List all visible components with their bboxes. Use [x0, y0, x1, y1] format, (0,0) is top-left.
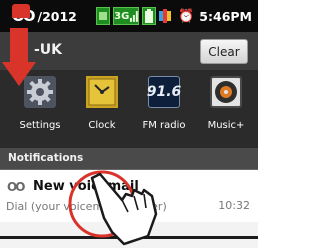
notifications-header: Notifications — [0, 148, 258, 170]
fm-radio-icon: 91.6 — [146, 76, 182, 108]
notification-subtitle: Dial (your voicemail number) — [6, 200, 167, 213]
shortcut-clock[interactable]: Clock — [71, 76, 133, 140]
panel-bottom-area — [0, 222, 258, 248]
clear-button[interactable]: Clear — [200, 39, 248, 64]
status-date: /2012 — [37, 8, 77, 24]
status-clock: 5:46PM — [199, 8, 252, 24]
voicemail-icon: OO — [7, 180, 25, 194]
carrier-label: -UK — [34, 42, 63, 58]
pull-down-arrow-icon — [10, 28, 28, 64]
shortcut-label: FM radio — [142, 120, 186, 131]
shortcut-label: Music+ — [207, 120, 245, 131]
usb-debug-icon — [96, 7, 111, 25]
panel-drag-handle[interactable] — [0, 236, 258, 239]
notification-title: New voicemail — [33, 179, 139, 194]
network-label: 3G — [114, 10, 130, 22]
shortcut-label: Clock — [88, 120, 116, 131]
status-right: 3G ⏰ 5:46PM — [96, 5, 252, 27]
shortcut-fm-radio[interactable]: 91.6 FM radio — [133, 76, 195, 140]
notification-item-voicemail[interactable]: OO New voicemail Dial (your voicemail nu… — [0, 170, 258, 222]
shortcut-row: Settings Clock 91.6 FM radio Music+ — [0, 70, 258, 148]
android-notification-screen: OO /2012 3G ⏰ 5:46PM -UK Clear — [0, 0, 258, 248]
alarm-icon: ⏰ — [178, 8, 195, 24]
shortcut-label: Settings — [19, 120, 61, 131]
music-icon — [210, 76, 242, 108]
arrow-cap — [12, 4, 30, 18]
clock-icon — [86, 76, 118, 108]
notifications-header-label: Notifications — [8, 152, 84, 164]
arrow-head — [2, 62, 36, 86]
battery-icon — [142, 7, 157, 25]
status-bar[interactable]: OO /2012 3G ⏰ 5:46PM — [0, 0, 258, 32]
sync-icon — [159, 7, 175, 25]
notification-time: 10:32 — [218, 199, 250, 212]
fm-frequency-display: 91.6 — [146, 84, 182, 100]
network-3g-icon: 3G — [113, 7, 140, 25]
shortcut-music[interactable]: Music+ — [195, 76, 257, 140]
